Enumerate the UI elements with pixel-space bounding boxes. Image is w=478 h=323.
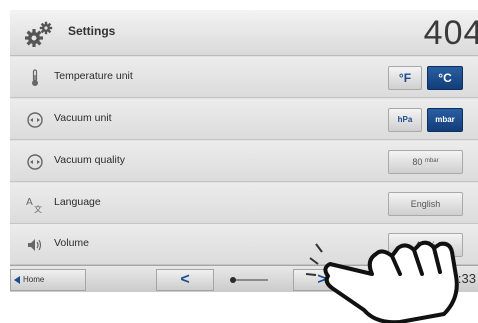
setting-row-vacuum-quality: Vacuum quality 80 mbar	[10, 141, 478, 182]
vacuum-quality-value: 80	[412, 157, 423, 167]
page-indicator-track	[232, 279, 268, 281]
hpa-button[interactable]: hPa	[388, 108, 422, 132]
pointing-hand-icon	[305, 240, 459, 323]
gear-icon	[25, 21, 53, 47]
page-title: Settings	[68, 24, 116, 38]
vacuum-icon	[27, 154, 43, 170]
home-button[interactable]: Home	[10, 269, 86, 291]
temperature-value: 404	[423, 14, 478, 52]
setting-row-vacuum-unit: Vacuum unit hPa mbar	[10, 99, 478, 140]
thermometer-icon	[32, 69, 38, 86]
language-label: Language	[54, 196, 101, 208]
svg-text:文: 文	[34, 204, 42, 213]
svg-text:A: A	[26, 197, 33, 208]
mbar-button[interactable]: mbar	[427, 108, 463, 132]
temperature-unit-label: Temperature unit	[54, 70, 133, 82]
page-indicator-dot	[230, 277, 236, 283]
vacuum-quality-label: Vacuum quality	[54, 154, 126, 166]
home-label: Home	[23, 275, 45, 284]
fahrenheit-button[interactable]: °F	[388, 66, 422, 90]
speaker-icon	[28, 239, 42, 251]
language-icon: A 文	[26, 197, 42, 213]
vacuum-unit-label: Vacuum unit	[54, 112, 112, 124]
home-arrow-icon	[14, 276, 20, 284]
vacuum-quality-unit: mbar	[424, 158, 439, 164]
setting-row-temperature-unit: Temperature unit °F °C	[10, 57, 478, 98]
language-value-button[interactable]: English	[388, 192, 463, 216]
volume-label: Volume	[54, 237, 90, 249]
header-bar: Settings 404°	[10, 10, 478, 56]
vacuum-quality-value-button[interactable]: 80 mbar	[388, 150, 463, 174]
celsius-button[interactable]: °C	[427, 66, 463, 90]
furnace-temperature-display: 404°	[424, 14, 478, 53]
previous-page-button[interactable]: <	[156, 269, 214, 291]
vacuum-icon	[27, 112, 43, 128]
